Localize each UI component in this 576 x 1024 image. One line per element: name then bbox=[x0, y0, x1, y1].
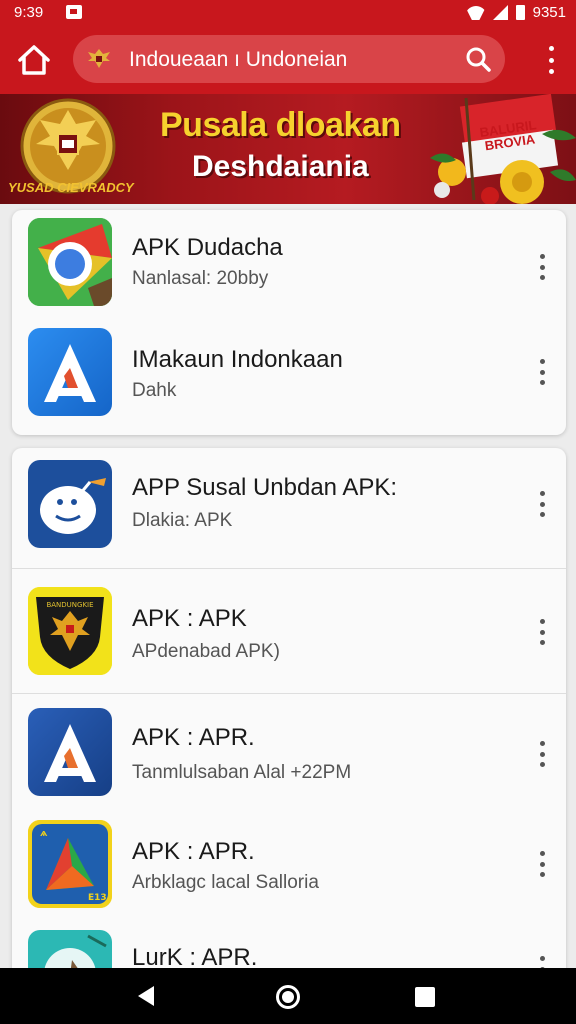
home-circle-icon[interactable] bbox=[276, 985, 300, 1009]
svg-text:BANDUNGKIE: BANDUNGKIE bbox=[46, 601, 93, 609]
app-subtitle: APdenabad APK) bbox=[132, 641, 280, 662]
app-title: APK : APR. bbox=[132, 724, 255, 751]
wifi-icon bbox=[467, 6, 485, 20]
item-menu-button[interactable] bbox=[538, 851, 546, 877]
status-icons: 9351 bbox=[467, 4, 566, 21]
chrome-app-icon bbox=[28, 218, 112, 306]
home-button[interactable] bbox=[14, 42, 54, 78]
app-subtitle: Nanlasal: 20bby bbox=[132, 268, 269, 289]
address-bar[interactable]: Indoueaan ı Undoneian bbox=[73, 35, 505, 83]
banner-title: Pusala dloakan bbox=[160, 106, 401, 144]
app-title: APK Dudacha bbox=[132, 234, 283, 261]
system-nav-bar bbox=[0, 968, 576, 1024]
promo-banner[interactable]: YUSAD CIEVRADCY Pusala dloakan Deshdaian… bbox=[0, 94, 576, 204]
back-icon[interactable] bbox=[138, 986, 154, 1006]
garuda-shield-app-icon: BANDUNGKIE bbox=[28, 587, 112, 675]
blue-a-app-icon bbox=[28, 708, 112, 796]
item-menu-button[interactable] bbox=[538, 741, 546, 767]
item-menu-button[interactable] bbox=[538, 254, 546, 280]
item-menu-button[interactable] bbox=[538, 491, 546, 517]
app-list-card-1: APK Dudacha Nanlasal: 20bby IMakaun Indo… bbox=[12, 210, 566, 435]
app-list-card-2: APP Susal Unbdan APK: Dlakia: APK BANDUN… bbox=[12, 448, 566, 978]
list-item[interactable]: IMakaun Indonkaan Dahk bbox=[12, 322, 566, 434]
item-menu-button[interactable] bbox=[538, 359, 546, 385]
app-subtitle: Arbklagc lacal Salloria bbox=[132, 872, 319, 893]
app-title: APK : APK bbox=[132, 605, 247, 632]
list-item[interactable]: ѧ E13 APK : APR. Arbklagc lacal Salloria bbox=[12, 806, 566, 918]
app-subtitle: Tanmlulsaban Alal +22PM bbox=[132, 762, 352, 783]
cell-signal-icon bbox=[492, 5, 508, 20]
garuda-emblem-icon bbox=[88, 49, 110, 68]
banner-subtitle: Deshdaiania bbox=[192, 150, 369, 183]
battery-icon bbox=[515, 5, 525, 20]
browser-toolbar: Indoueaan ı Undoneian bbox=[0, 26, 576, 94]
url-text: Indoueaan ı Undoneian bbox=[129, 48, 348, 71]
list-item[interactable]: APK : APR. Tanmlulsaban Alal +22PM bbox=[12, 694, 566, 806]
app-subtitle: Dlakia: APK bbox=[132, 510, 233, 531]
home-icon bbox=[18, 45, 50, 75]
app-title: APP Susal Unbdan APK: bbox=[132, 474, 398, 501]
app-subtitle: Dahk bbox=[132, 380, 177, 401]
search-icon[interactable] bbox=[465, 46, 491, 72]
overflow-menu-button[interactable] bbox=[546, 46, 556, 74]
blue-a-app-icon bbox=[28, 328, 112, 416]
notification-icon bbox=[66, 5, 82, 19]
list-item[interactable]: BANDUNGKIE APK : APK APdenabad APK) bbox=[12, 569, 566, 693]
banner-emblem-caption: YUSAD CIEVRADCY bbox=[8, 180, 134, 195]
svg-text:ѧ: ѧ bbox=[40, 829, 48, 839]
svg-text:E13: E13 bbox=[88, 893, 107, 903]
app-title: APK : APR. bbox=[132, 838, 255, 865]
status-bar: 9:39 9351 bbox=[0, 0, 576, 26]
battery-text: 9351 bbox=[532, 4, 566, 21]
status-time: 9:39 bbox=[14, 4, 44, 21]
list-item[interactable]: APP Susal Unbdan APK: Dlakia: APK bbox=[12, 448, 566, 568]
recent-apps-icon[interactable] bbox=[415, 987, 435, 1007]
list-item[interactable]: APK Dudacha Nanlasal: 20bby bbox=[12, 210, 566, 322]
mascot-app-icon bbox=[28, 460, 112, 548]
triangle-app-icon: ѧ E13 bbox=[28, 820, 112, 908]
item-menu-button[interactable] bbox=[538, 619, 546, 645]
app-title: IMakaun Indonkaan bbox=[132, 346, 343, 373]
